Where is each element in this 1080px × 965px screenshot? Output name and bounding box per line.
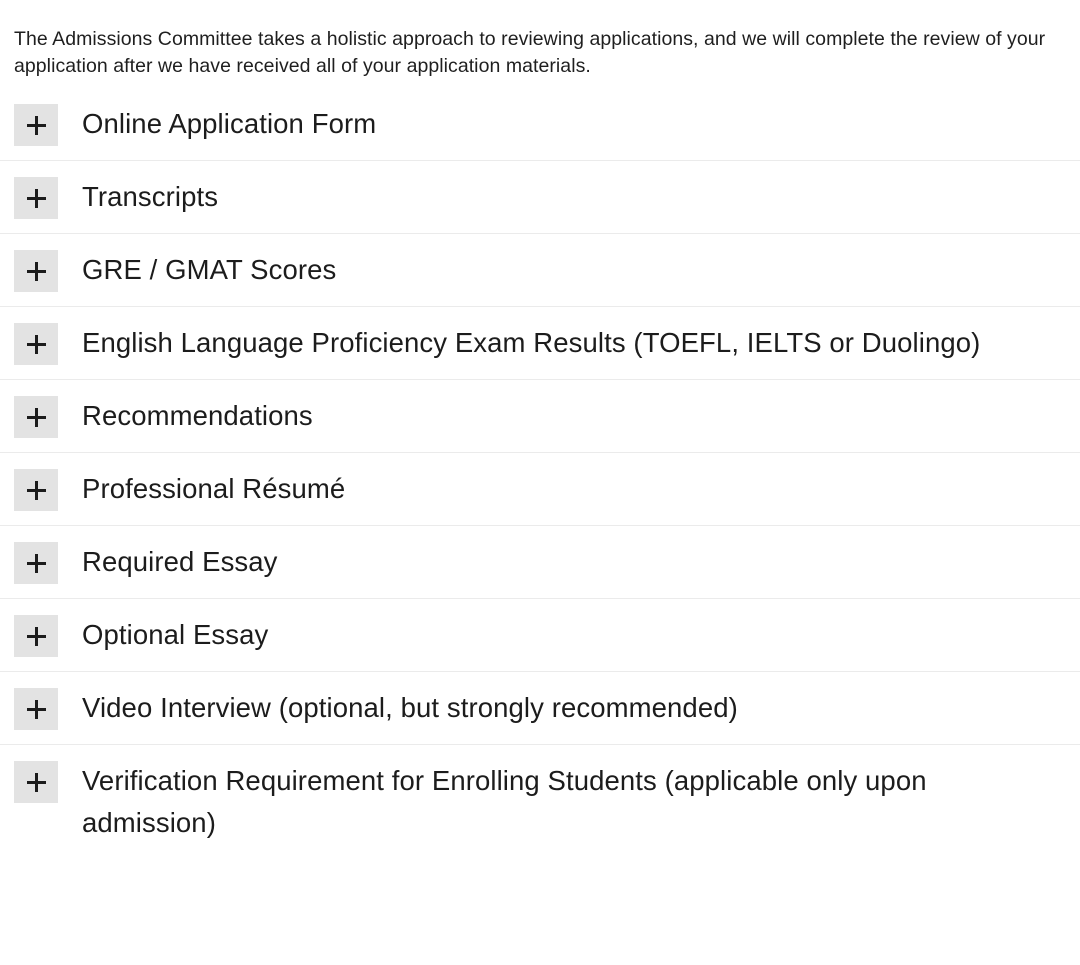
accordion-header-online-application-form[interactable]: Online Application Form — [0, 88, 1080, 160]
accordion-item-label: Online Application Form — [82, 108, 377, 139]
application-requirements-page: The Admissions Committee takes a holisti… — [0, 0, 1080, 965]
plus-icon — [26, 115, 46, 135]
expand-toggle-button[interactable] — [14, 469, 58, 511]
expand-toggle-button[interactable] — [14, 761, 58, 803]
plus-icon — [26, 553, 46, 573]
expand-toggle-button[interactable] — [14, 323, 58, 365]
accordion-header-video-interview[interactable]: Video Interview (optional, but strongly … — [0, 672, 1080, 744]
accordion-item: Online Application Form — [0, 88, 1080, 161]
accordion-header-verification-requirement[interactable]: Verification Requirement for Enrolling S… — [0, 745, 1080, 858]
expand-toggle-button[interactable] — [14, 104, 58, 146]
accordion-item: Video Interview (optional, but strongly … — [0, 672, 1080, 745]
accordion-header-transcripts[interactable]: Transcripts — [0, 161, 1080, 233]
expand-toggle-button[interactable] — [14, 542, 58, 584]
accordion-item-label: Video Interview (optional, but strongly … — [82, 692, 738, 723]
accordion-item-label: Required Essay — [82, 546, 278, 577]
accordion-header-required-essay[interactable]: Required Essay — [0, 526, 1080, 598]
accordion-item-label: Professional Résumé — [82, 473, 346, 504]
accordion-header-english-language-proficiency[interactable]: English Language Proficiency Exam Result… — [0, 307, 1080, 379]
accordion-item: Optional Essay — [0, 599, 1080, 672]
plus-icon — [26, 334, 46, 354]
plus-icon — [26, 480, 46, 500]
accordion-item: GRE / GMAT Scores — [0, 234, 1080, 307]
accordion-item-label: Verification Requirement for Enrolling S… — [82, 765, 927, 838]
accordion-item: English Language Proficiency Exam Result… — [0, 307, 1080, 380]
plus-icon — [26, 261, 46, 281]
accordion-item: Verification Requirement for Enrolling S… — [0, 745, 1080, 858]
accordion-item-label: English Language Proficiency Exam Result… — [82, 327, 981, 358]
intro-paragraph: The Admissions Committee takes a holisti… — [14, 27, 1046, 78]
expand-toggle-button[interactable] — [14, 250, 58, 292]
accordion-item-label: Recommendations — [82, 400, 313, 431]
accordion-item: Transcripts — [0, 161, 1080, 234]
expand-toggle-button[interactable] — [14, 688, 58, 730]
accordion-header-professional-resume[interactable]: Professional Résumé — [0, 453, 1080, 525]
plus-icon — [26, 407, 46, 427]
accordion-item-label: Transcripts — [82, 181, 219, 212]
accordion-header-gre-gmat-scores[interactable]: GRE / GMAT Scores — [0, 234, 1080, 306]
expand-toggle-button[interactable] — [14, 615, 58, 657]
expand-toggle-button[interactable] — [14, 396, 58, 438]
accordion-item: Required Essay — [0, 526, 1080, 599]
accordion-header-recommendations[interactable]: Recommendations — [0, 380, 1080, 452]
accordion-item: Professional Résumé — [0, 453, 1080, 526]
expand-toggle-button[interactable] — [14, 177, 58, 219]
application-materials-accordion: Online Application Form Transcripts GRE … — [0, 88, 1080, 858]
plus-icon — [26, 626, 46, 646]
plus-icon — [26, 188, 46, 208]
plus-icon — [26, 772, 46, 792]
accordion-item: Recommendations — [0, 380, 1080, 453]
accordion-item-label: GRE / GMAT Scores — [82, 254, 337, 285]
accordion-header-optional-essay[interactable]: Optional Essay — [0, 599, 1080, 671]
plus-icon — [26, 699, 46, 719]
accordion-item-label: Optional Essay — [82, 619, 269, 650]
